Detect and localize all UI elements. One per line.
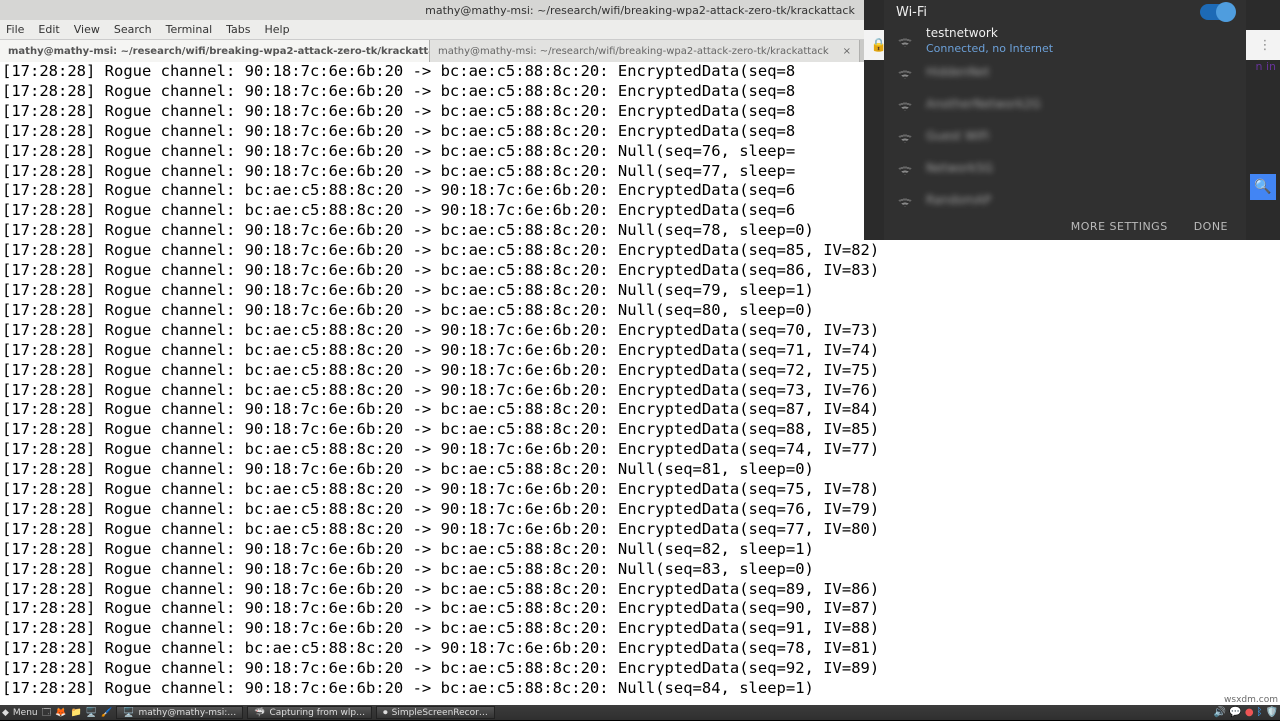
menu-terminal[interactable]: Terminal: [166, 23, 213, 36]
watermark: wsxdm.com: [1224, 695, 1278, 705]
wifi-ssid: testnetwork: [926, 26, 1053, 40]
taskbar-launcher-icon[interactable]: 🖌️: [101, 708, 112, 718]
wifi-ssid-blurred: HiddenNet: [926, 65, 990, 79]
wifi-signal-icon: [896, 193, 914, 207]
wifi-network-item[interactable]: Network5G: [884, 152, 1246, 184]
wifi-ssid-blurred: RandomAP: [926, 193, 991, 207]
wifi-network-item[interactable]: AnotherNetwork2G: [884, 88, 1246, 120]
start-menu-label[interactable]: Menu: [13, 708, 38, 718]
start-menu-icon[interactable]: ◆: [2, 708, 9, 718]
terminal-tab-1[interactable]: mathy@mathy-msi: ~/research/wifi/breakin…: [0, 40, 430, 62]
taskbar-launcher-icon[interactable]: 🗔: [42, 705, 52, 721]
wifi-status: Connected, no Internet: [926, 42, 1053, 55]
menu-tabs[interactable]: Tabs: [226, 23, 250, 36]
system-tray[interactable]: 🔊 💬 ● ᛒ 🛡️: [1214, 707, 1278, 718]
tray-volume-icon[interactable]: 🔊: [1214, 707, 1226, 718]
search-icon: 🔍: [1254, 179, 1271, 195]
terminal-tab-label: mathy@mathy-msi: ~/research/wifi/breakin…: [438, 46, 829, 57]
taskbar-launcher-icon[interactable]: 📁: [71, 708, 82, 718]
terminal-tab-2[interactable]: mathy@mathy-msi: ~/research/wifi/breakin…: [430, 40, 860, 62]
wifi-panel: Wi-Fi testnetwork Connected, no Internet…: [884, 0, 1246, 240]
terminal-tab-label: mathy@mathy-msi: ~/research/wifi/breakin…: [8, 46, 430, 57]
wifi-ssid-blurred: Guest WiFi: [926, 129, 989, 143]
taskbar-launcher-icon[interactable]: 🦊: [55, 708, 66, 718]
wifi-network-item[interactable]: Guest WiFi: [884, 120, 1246, 152]
wifi-header: Wi-Fi: [884, 0, 1246, 24]
taskbar-app-recorder[interactable]: ⏺ SimpleScreenRecor…: [376, 706, 495, 719]
wifi-signal-icon: [896, 129, 914, 143]
tray-shield-icon[interactable]: 🛡️: [1266, 707, 1278, 718]
wifi-ssid-blurred: AnotherNetwork2G: [926, 97, 1041, 111]
menu-help[interactable]: Help: [265, 23, 290, 36]
wifi-network-item[interactable]: HiddenNet: [884, 56, 1246, 88]
taskbar-app-terminal[interactable]: 🖥️ mathy@mathy-msi:…: [116, 706, 243, 719]
search-button[interactable]: 🔍: [1250, 174, 1276, 200]
menu-edit[interactable]: Edit: [38, 23, 59, 36]
tray-record-icon[interactable]: ●: [1245, 707, 1254, 718]
taskbar: ◆ Menu 🗔 🦊 📁 🖥️ 🖌️ 🖥️ mathy@mathy-msi:… …: [0, 705, 1280, 720]
tray-chat-icon[interactable]: 💬: [1229, 707, 1241, 718]
close-icon[interactable]: ×: [843, 46, 851, 57]
taskbar-app-wireshark[interactable]: 🦈 Capturing from wlp…: [247, 706, 372, 719]
wifi-title: Wi-Fi: [896, 5, 927, 20]
wifi-toggle[interactable]: [1200, 4, 1234, 20]
taskbar-launcher-icon[interactable]: 🖥️: [86, 708, 97, 718]
wifi-ssid-blurred: Network5G: [926, 161, 993, 175]
wifi-network-connected[interactable]: testnetwork Connected, no Internet: [884, 24, 1246, 56]
wifi-done-button[interactable]: DONE: [1194, 220, 1228, 233]
wifi-signal-icon: [896, 97, 914, 111]
tray-bluetooth-icon[interactable]: ᛒ: [1257, 707, 1263, 718]
wifi-more-settings[interactable]: MORE SETTINGS: [1071, 220, 1168, 233]
menu-view[interactable]: View: [74, 23, 100, 36]
kebab-menu-icon[interactable]: ⋮: [1256, 38, 1274, 53]
menu-file[interactable]: File: [6, 23, 24, 36]
wifi-signal-icon: [896, 65, 914, 79]
wifi-signal-icon: [896, 161, 914, 175]
wifi-signal-icon: [896, 33, 914, 47]
sign-in-link[interactable]: n in: [1256, 60, 1277, 73]
menu-search[interactable]: Search: [114, 23, 152, 36]
